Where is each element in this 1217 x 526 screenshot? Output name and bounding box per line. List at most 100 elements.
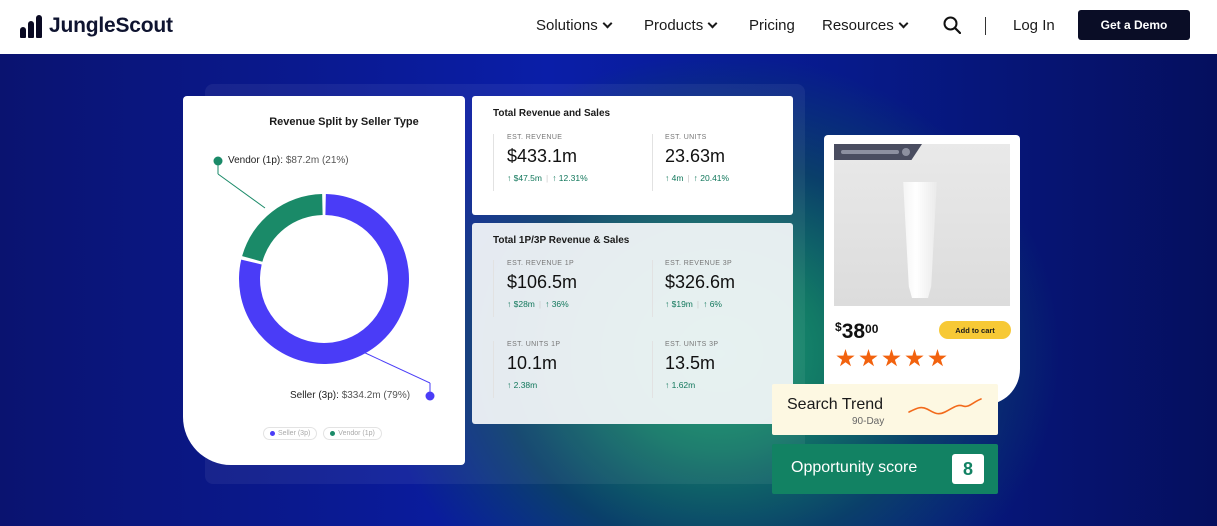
nav-resources[interactable]: Resources bbox=[822, 17, 909, 34]
nav-products[interactable]: Products bbox=[644, 17, 718, 34]
star-icon bbox=[928, 349, 947, 367]
donut-chart bbox=[213, 156, 435, 401]
metric-delta-abs: ↑ $47.5m bbox=[507, 173, 542, 183]
metric-est-revenue-1p: EST. REVENUE 1P $106.5m ↑ $28m | ↑ 36% bbox=[507, 260, 577, 309]
get-demo-button[interactable]: Get a Demo bbox=[1078, 10, 1190, 40]
metric-label: EST. REVENUE 3P bbox=[665, 260, 733, 267]
top-navigation: JungleScout Solutions Products Pricing R… bbox=[0, 0, 1217, 54]
seller-leader-line bbox=[360, 350, 431, 384]
brand-name: JungleScout bbox=[49, 14, 173, 37]
nav-pricing-label: Pricing bbox=[749, 17, 795, 34]
rating-stars bbox=[836, 349, 947, 368]
metric-est-revenue-3p: EST. REVENUE 3P $326.6m ↑ $19m | ↑ 6% bbox=[665, 260, 735, 309]
seller-callout: Seller (3p): $334.2m (79%) bbox=[290, 390, 410, 401]
metric-divider bbox=[652, 260, 653, 317]
metric-value: 10.1m bbox=[507, 353, 558, 373]
seller-marker bbox=[425, 391, 435, 401]
chevron-down-icon bbox=[898, 18, 909, 29]
metric-divider bbox=[652, 134, 653, 191]
seller-callout-label: Seller (3p): bbox=[290, 390, 339, 401]
metric-delta-pct: ↑ 6% bbox=[703, 299, 722, 309]
metric-delta-pct: ↑ 36% bbox=[545, 299, 569, 309]
metric-value: 13.5m bbox=[665, 353, 716, 373]
legend-seller[interactable]: Seller (3p) bbox=[263, 427, 318, 440]
vendor-callout: Vendor (1p): $87.2m (21%) bbox=[228, 155, 349, 166]
metric-est-revenue: EST. REVENUE $433.1m ↑ $47.5m | ↑ 12.31% bbox=[507, 134, 588, 183]
metric-deltas: ↑ $47.5m | ↑ 12.31% bbox=[507, 173, 588, 183]
chevron-down-icon bbox=[602, 18, 613, 29]
hero-section: Revenue Split by Seller Type Vendor (1p)… bbox=[0, 54, 1217, 526]
total-revenue-title: Total Revenue and Sales bbox=[493, 108, 611, 119]
metric-label: EST. REVENUE 1P bbox=[507, 260, 575, 267]
legend-seller-label: Seller (3p) bbox=[278, 430, 311, 437]
price-currency: $ bbox=[835, 320, 842, 334]
nav-solutions-label: Solutions bbox=[536, 17, 598, 34]
metric-label: EST. UNITS 1P bbox=[507, 341, 561, 348]
opportunity-score-title: Opportunity score bbox=[791, 459, 918, 476]
seller-callout-value: $334.2m (79%) bbox=[341, 390, 411, 401]
metric-divider bbox=[493, 134, 494, 191]
metric-value: $433.1m bbox=[507, 146, 578, 166]
nav-products-label: Products bbox=[644, 17, 704, 34]
legend-vendor-dot bbox=[330, 431, 336, 436]
product-image[interactable] bbox=[834, 144, 1010, 306]
product-card: $3800 Add to cart bbox=[824, 135, 1020, 405]
metric-deltas: ↑ $19m | ↑ 6% bbox=[665, 299, 722, 309]
opportunity-score-card: Opportunity score 8 bbox=[772, 444, 998, 494]
browser-bar-graphic bbox=[834, 144, 922, 160]
price-cents: 00 bbox=[865, 322, 879, 336]
star-icon bbox=[905, 349, 924, 367]
metric-label: EST. REVENUE bbox=[507, 134, 563, 141]
star-icon bbox=[882, 349, 901, 367]
metric-delta-pct: ↑ 20.41% bbox=[693, 173, 730, 183]
legend-vendor[interactable]: Vendor (1p) bbox=[323, 427, 382, 440]
product-price: $3800 bbox=[835, 320, 878, 344]
vendor-callout-value: $87.2m (21%) bbox=[285, 155, 349, 166]
metric-value: 23.63m bbox=[665, 146, 726, 166]
metric-divider bbox=[652, 341, 653, 398]
legend-seller-dot bbox=[270, 431, 275, 436]
vendor-segment[interactable] bbox=[242, 194, 323, 262]
search-trend-card: Search Trend 90-Day bbox=[772, 384, 998, 435]
brand-logo[interactable]: JungleScout bbox=[20, 14, 173, 38]
lotion-tube-graphic bbox=[903, 182, 937, 298]
metric-value: $326.6m bbox=[665, 272, 736, 292]
search-trend-subtitle: 90-Day bbox=[852, 416, 885, 427]
metric-divider bbox=[493, 260, 494, 317]
search-icon[interactable] bbox=[943, 16, 961, 34]
total-revenue-card: Total Revenue and Sales EST. REVENUE $43… bbox=[472, 96, 793, 215]
logo-icon bbox=[20, 14, 44, 38]
search-trend-title: Search Trend bbox=[787, 396, 884, 413]
opportunity-score-value: 8 bbox=[952, 454, 984, 484]
vendor-marker bbox=[213, 156, 223, 166]
nav-divider bbox=[985, 17, 986, 35]
metric-deltas: ↑ 4m | ↑ 20.41% bbox=[665, 173, 730, 183]
donut-legend: Seller (3p) Vendor (1p) bbox=[263, 427, 382, 440]
metric-label: EST. UNITS 3P bbox=[665, 341, 719, 348]
star-icon bbox=[859, 349, 878, 367]
metric-value: $106.5m bbox=[507, 272, 578, 292]
split-revenue-card: Total 1P/3P Revenue & Sales EST. REVENUE… bbox=[472, 223, 793, 424]
nav-resources-label: Resources bbox=[822, 17, 894, 34]
metric-label: EST. UNITS bbox=[665, 134, 707, 141]
star-icon bbox=[836, 349, 855, 367]
add-to-cart-button[interactable]: Add to cart bbox=[939, 321, 1011, 339]
metric-divider bbox=[493, 341, 494, 398]
vendor-leader-line bbox=[217, 173, 266, 209]
metric-delta-abs: ↑ 4m bbox=[665, 173, 684, 183]
price-whole: 38 bbox=[841, 320, 866, 343]
trend-sparkline-icon bbox=[908, 398, 982, 415]
metric-delta-abs: ↑ $28m bbox=[507, 299, 535, 309]
nav-solutions[interactable]: Solutions bbox=[536, 17, 613, 34]
metric-est-units-3p: EST. UNITS 3P 13.5m ↑ 1.62m bbox=[665, 341, 718, 390]
metric-delta-pct: ↑ 12.31% bbox=[552, 173, 588, 183]
metric-est-units-1p: EST. UNITS 1P 10.1m ↑ 2.38m bbox=[507, 341, 560, 390]
nav-pricing[interactable]: Pricing bbox=[749, 17, 795, 34]
legend-vendor-label: Vendor (1p) bbox=[338, 430, 375, 437]
split-revenue-title: Total 1P/3P Revenue & Sales bbox=[493, 235, 630, 246]
metric-delta-abs: ↑ 2.38m bbox=[507, 380, 538, 390]
metric-deltas: ↑ $28m | ↑ 36% bbox=[507, 299, 569, 309]
login-link[interactable]: Log In bbox=[1013, 17, 1055, 34]
vendor-callout-label: Vendor (1p): bbox=[228, 155, 284, 166]
metric-delta-abs: ↑ $19m bbox=[665, 299, 693, 309]
